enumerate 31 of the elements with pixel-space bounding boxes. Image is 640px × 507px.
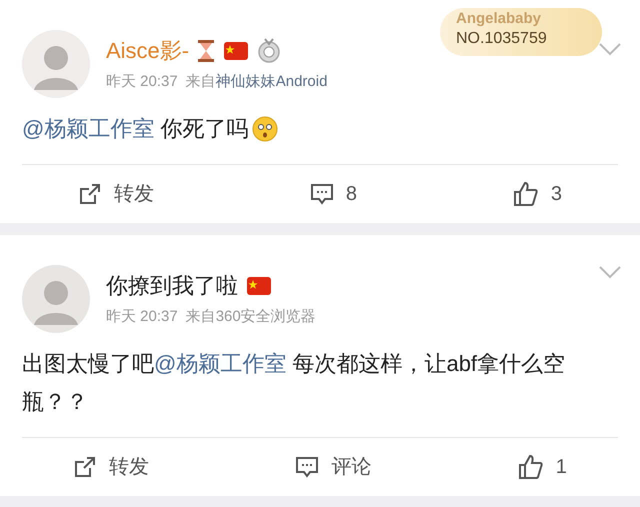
share-icon — [73, 455, 98, 479]
thumbs-up-icon — [512, 181, 539, 207]
fan-badge[interactable]: Angelababy NO.1035759 — [440, 8, 602, 56]
repost-button[interactable]: 转发 — [78, 179, 154, 209]
post-text: 出图太慢了吧@杨颖工作室 每次都这样，让abf拿什么空瓶？？ — [21, 350, 566, 416]
mention-link[interactable]: @杨颖工作室 — [154, 351, 286, 376]
repost-button[interactable]: 转发 — [73, 452, 150, 482]
avatar — [22, 30, 90, 98]
emoji-icon — [252, 116, 278, 142]
avatar — [22, 265, 90, 333]
post-time: 昨天 20:37 — [106, 73, 178, 91]
flag-icon — [223, 40, 250, 62]
comment-icon — [310, 182, 334, 206]
post-text: @杨颖工作室 你死了吗 — [22, 115, 248, 143]
post-time: 昨天 20:37 — [106, 308, 178, 326]
like-button[interactable]: 3 — [512, 179, 562, 209]
chevron-down-icon[interactable] — [598, 265, 622, 279]
medal-icon — [257, 38, 282, 64]
comment-icon — [295, 455, 320, 479]
post-source: 来自神仙妹妹Android — [186, 73, 328, 91]
user-name[interactable]: 你撩到我了啦 — [106, 272, 238, 300]
comment-button[interactable]: 8 — [310, 179, 357, 209]
share-icon — [78, 182, 102, 206]
comment-button[interactable]: 评论 — [295, 452, 372, 482]
mention-link[interactable]: @杨颖工作室 — [22, 116, 154, 141]
like-button[interactable]: 1 — [518, 452, 567, 482]
thumbs-up-icon — [518, 454, 544, 480]
post-source: 来自 360安全浏览器 — [186, 308, 316, 326]
flag-icon — [246, 275, 272, 297]
hourglass-icon — [197, 39, 216, 63]
chevron-down-icon[interactable] — [598, 42, 622, 56]
